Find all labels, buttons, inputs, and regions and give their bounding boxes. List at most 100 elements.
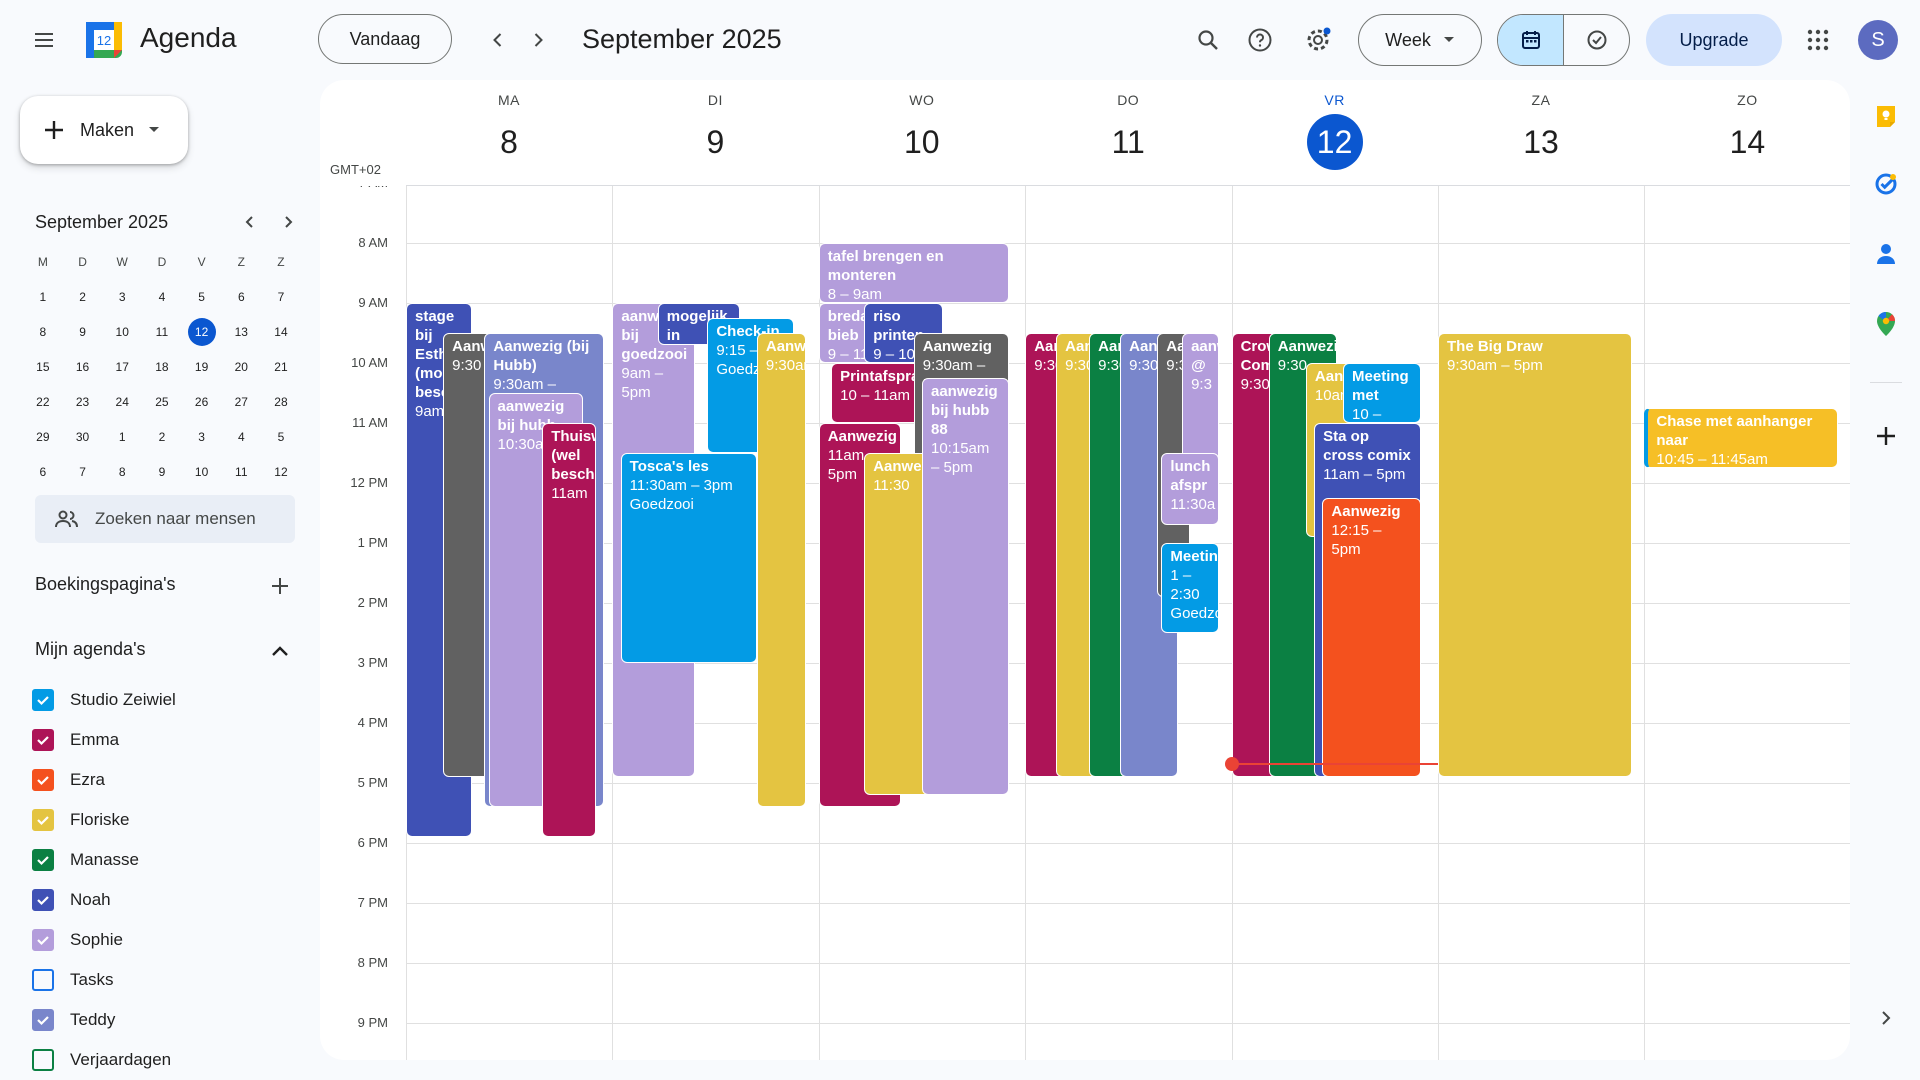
- mini-calendar-day[interactable]: 30: [63, 419, 103, 454]
- calendar-checkbox[interactable]: [32, 849, 54, 871]
- today-button[interactable]: Vandaag: [318, 14, 452, 64]
- calendar-checkbox[interactable]: [32, 1009, 54, 1031]
- day-number[interactable]: 11: [1100, 114, 1156, 170]
- search-button[interactable]: [1188, 20, 1228, 60]
- calendar-checkbox[interactable]: [32, 689, 54, 711]
- calendar-event[interactable]: Chase met aanhanger naar 10:45 – 11:45am: [1644, 408, 1839, 468]
- day-header[interactable]: MA 8: [406, 92, 612, 182]
- mini-calendar-day[interactable]: 11: [142, 314, 182, 349]
- day-header[interactable]: ZO 14: [1644, 92, 1850, 182]
- calendar-item[interactable]: Teddy: [32, 1000, 302, 1040]
- calendar-event[interactable]: Aanwezig 9:30am: [756, 333, 807, 807]
- calendar-event[interactable]: Tosca's les 11:30am – 3pm Goedzooi: [620, 453, 757, 663]
- mini-calendar-day[interactable]: 12: [261, 454, 301, 489]
- calendar-checkbox[interactable]: [32, 1049, 54, 1071]
- calendar-checkbox[interactable]: [32, 809, 54, 831]
- mini-calendar-day[interactable]: 2: [142, 419, 182, 454]
- mini-calendar-day[interactable]: 5: [182, 279, 222, 314]
- calendar-item[interactable]: Floriske: [32, 800, 302, 840]
- mini-calendar-day[interactable]: 6: [23, 454, 63, 489]
- calendar-item[interactable]: Studio Zeiwiel: [32, 680, 302, 720]
- mini-calendar-day[interactable]: 26: [182, 384, 222, 419]
- calendar-event[interactable]: Meeting met 10 – 11am: [1343, 363, 1422, 423]
- calendar-item[interactable]: Sophie: [32, 920, 302, 960]
- expand-side-panel-button[interactable]: [1868, 1000, 1904, 1036]
- mini-calendar-day[interactable]: 13: [221, 314, 261, 349]
- view-selector[interactable]: Week: [1358, 14, 1482, 66]
- day-number[interactable]: 12: [1306, 114, 1363, 170]
- mini-calendar-day[interactable]: 12: [182, 314, 222, 349]
- keep-button[interactable]: [1868, 98, 1904, 134]
- mini-calendar-day[interactable]: 23: [63, 384, 103, 419]
- maps-button[interactable]: [1868, 306, 1904, 342]
- mini-calendar-day[interactable]: 3: [102, 279, 142, 314]
- mini-calendar-day[interactable]: 18: [142, 349, 182, 384]
- day-number[interactable]: 8: [481, 114, 537, 170]
- calendar-event[interactable]: lunch afspr 11:30a: [1161, 453, 1220, 525]
- mini-calendar-day[interactable]: 27: [221, 384, 261, 419]
- mini-calendar-day[interactable]: 28: [261, 384, 301, 419]
- mini-calendar-day[interactable]: 10: [102, 314, 142, 349]
- google-apps-button[interactable]: [1798, 20, 1838, 60]
- mini-calendar-next-button[interactable]: [274, 208, 302, 236]
- mini-calendar-day[interactable]: 7: [261, 279, 301, 314]
- calendar-item[interactable]: Emma: [32, 720, 302, 760]
- mini-calendar-day[interactable]: 20: [221, 349, 261, 384]
- account-avatar[interactable]: S: [1858, 20, 1898, 60]
- day-number[interactable]: 13: [1513, 114, 1569, 170]
- calendar-event[interactable]: Meeting 1 – 2:30 Goedzooi: [1161, 543, 1220, 633]
- mini-calendar-day[interactable]: 4: [221, 419, 261, 454]
- previous-week-button[interactable]: [478, 20, 518, 60]
- day-number[interactable]: 14: [1719, 114, 1775, 170]
- mini-calendar-day[interactable]: 15: [23, 349, 63, 384]
- calendar-view-toggle[interactable]: [1498, 15, 1564, 65]
- create-button[interactable]: Maken: [20, 96, 188, 164]
- calendar-item[interactable]: Tasks: [32, 960, 302, 1000]
- help-button[interactable]: [1240, 20, 1280, 60]
- mini-calendar-day[interactable]: 5: [261, 419, 301, 454]
- day-number[interactable]: 10: [894, 114, 950, 170]
- calendar-event[interactable]: Aanwezig 12:15 – 5pm: [1322, 498, 1422, 777]
- upgrade-button[interactable]: Upgrade: [1646, 14, 1782, 66]
- calendar-event[interactable]: Thuiswerken (wel beschikbaar) 11am: [542, 423, 596, 837]
- mini-calendar-day[interactable]: 19: [182, 349, 222, 384]
- calendar-logo-icon[interactable]: 12: [84, 20, 124, 60]
- menu-icon[interactable]: [24, 20, 64, 60]
- day-number[interactable]: 9: [687, 114, 743, 170]
- mini-calendar-day[interactable]: 3: [182, 419, 222, 454]
- mini-calendar-day[interactable]: 21: [261, 349, 301, 384]
- mini-calendar-day[interactable]: 16: [63, 349, 103, 384]
- day-header[interactable]: DO 11: [1025, 92, 1231, 182]
- calendar-item[interactable]: Manasse: [32, 840, 302, 880]
- day-header[interactable]: VR 12: [1232, 92, 1438, 182]
- day-header[interactable]: ZA 13: [1438, 92, 1644, 182]
- calendar-event[interactable]: tafel brengen en monteren 8 – 9am: [818, 243, 1009, 303]
- mini-calendar-day[interactable]: 8: [102, 454, 142, 489]
- contacts-button[interactable]: [1868, 236, 1904, 272]
- mini-calendar-prev-button[interactable]: [236, 208, 264, 236]
- calendar-checkbox[interactable]: [32, 929, 54, 951]
- add-addon-button[interactable]: [1868, 418, 1904, 454]
- mini-calendar-day[interactable]: 14: [261, 314, 301, 349]
- calendar-checkbox[interactable]: [32, 729, 54, 751]
- mini-calendar-day[interactable]: 1: [23, 279, 63, 314]
- next-week-button[interactable]: [518, 20, 558, 60]
- mini-calendar-day[interactable]: 10: [182, 454, 222, 489]
- tasks-view-toggle[interactable]: [1564, 15, 1629, 65]
- mini-calendar-day[interactable]: 9: [142, 454, 182, 489]
- mini-calendar-day[interactable]: 11: [221, 454, 261, 489]
- mini-calendar-day[interactable]: 2: [63, 279, 103, 314]
- mini-calendar-day[interactable]: 25: [142, 384, 182, 419]
- day-header[interactable]: WO 10: [819, 92, 1025, 182]
- tasks-button[interactable]: [1868, 166, 1904, 202]
- time-grid[interactable]: 7 AM 8 AM 9 AM 10 AM 11 AM 12 PM 1 PM 2 PM 3 PM 4…: [320, 186, 1850, 1060]
- add-booking-page-button[interactable]: [264, 570, 296, 602]
- mini-calendar-day[interactable]: 7: [63, 454, 103, 489]
- mini-calendar-day[interactable]: 22: [23, 384, 63, 419]
- calendar-checkbox[interactable]: [32, 769, 54, 791]
- mini-calendar-day[interactable]: 24: [102, 384, 142, 419]
- calendar-item[interactable]: Noah: [32, 880, 302, 920]
- mini-calendar-day[interactable]: 29: [23, 419, 63, 454]
- calendar-item[interactable]: Ezra: [32, 760, 302, 800]
- day-header[interactable]: DI 9: [612, 92, 818, 182]
